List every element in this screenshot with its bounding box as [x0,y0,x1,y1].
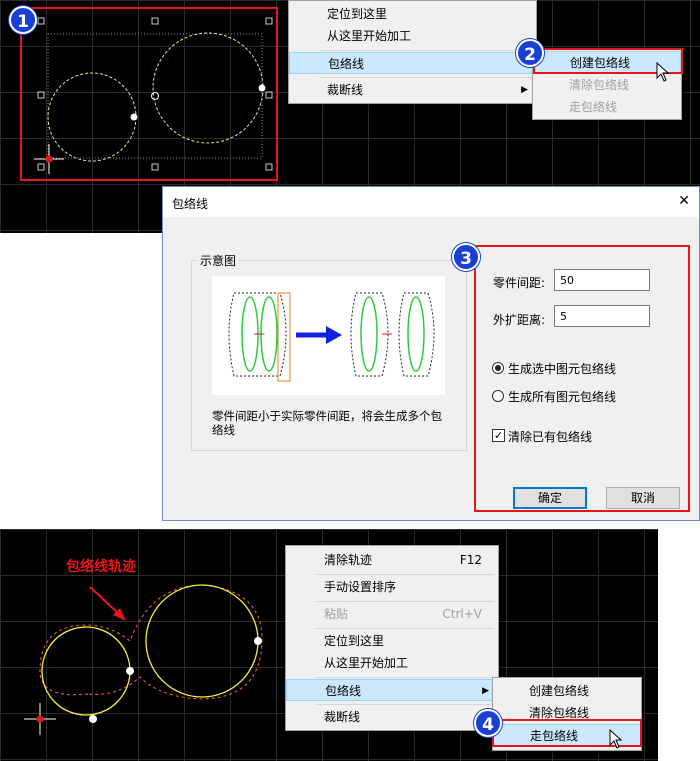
menu-item-locate[interactable]: 定位到这里 [289,3,536,25]
mouse-cursor-icon [656,62,670,82]
menu-item-envelope[interactable]: 包络线 [289,52,536,74]
small-circle [41,626,131,716]
large-circle [145,584,259,698]
menu-item-cut-line[interactable]: 裁断线 ▶ [289,79,536,101]
context-menu-top: 定位到这里 从这里开始加工 包络线 裁断线 ▶ [288,0,537,104]
menu-item-manual-sort[interactable]: 手动设置排序 [286,576,498,598]
menu-item-cut-line-label: 裁断线 [327,83,364,97]
context-menu-bottom: 清除轨迹 F12 手动设置排序 粘贴 Ctrl+V 定位到这里 从这里开始加工 … [285,545,499,731]
menu-separator [316,601,494,602]
node-point [89,715,97,723]
diagram-before [228,292,291,382]
menu-separator [319,50,532,51]
node-point [254,637,262,645]
submenu-arrow-icon: ▶ [521,85,528,95]
step-badge-1: 1 [9,6,37,34]
submenu-item-create[interactable]: 创建包络线 [493,680,641,702]
menu-item-envelope-label: 包络线 [325,684,362,698]
node-point [126,667,134,675]
menu-item-start-here[interactable]: 从这里开始加工 [286,652,498,674]
shortcut-f12: F12 [459,553,482,567]
step-badge-4: 4 [474,709,502,737]
menu-separator [316,704,494,705]
dialog-titlebar: 包络线 ✕ [163,187,699,217]
menu-item-locate[interactable]: 定位到这里 [286,630,498,652]
diagram-after [350,292,435,377]
submenu-arrow-icon: ▶ [482,686,489,696]
mouse-cursor-icon [609,729,623,749]
menu-separator [316,628,494,629]
menu-item-clear-track-label: 清除轨迹 [324,553,373,567]
cad-drawing-bottom[interactable] [0,529,290,761]
submenu-item-walk[interactable]: 走包络线 [533,96,681,118]
menu-separator [316,677,494,678]
menu-item-start-here[interactable]: 从这里开始加工 [289,25,536,47]
diagram-note: 零件间距小于实际零件间距，将会生成多个包络线 [212,409,442,437]
menu-item-paste[interactable]: 粘贴 Ctrl+V [286,603,498,625]
arrow-right-icon [296,326,342,344]
menu-item-clear-track[interactable]: 清除轨迹 F12 [286,549,498,571]
origin-cross-icon [24,703,56,735]
dialog-title: 包络线 [172,197,209,211]
menu-item-paste-label: 粘贴 [324,607,349,621]
menu-item-envelope[interactable]: 包络线 ▶ [286,679,498,701]
groupbox-title: 示意图 [197,252,240,269]
envelope-diagram [212,276,445,395]
envelope-track-annotation: 包络线轨迹 [66,559,136,575]
menu-separator [316,574,494,575]
highlight-box-3 [474,245,690,512]
annotation-arrow-icon [89,586,121,616]
close-icon[interactable]: ✕ [678,193,690,209]
menu-item-cut-line[interactable]: 裁断线 [286,706,498,728]
highlight-box-1 [20,7,278,181]
step-badge-2: 2 [516,39,544,67]
menu-separator [319,77,532,78]
shortcut-ctrl-v: Ctrl+V [442,607,482,621]
envelope-path [39,584,263,700]
menu-item-envelope-label: 包络线 [328,57,365,71]
step-badge-3: 3 [452,243,480,271]
